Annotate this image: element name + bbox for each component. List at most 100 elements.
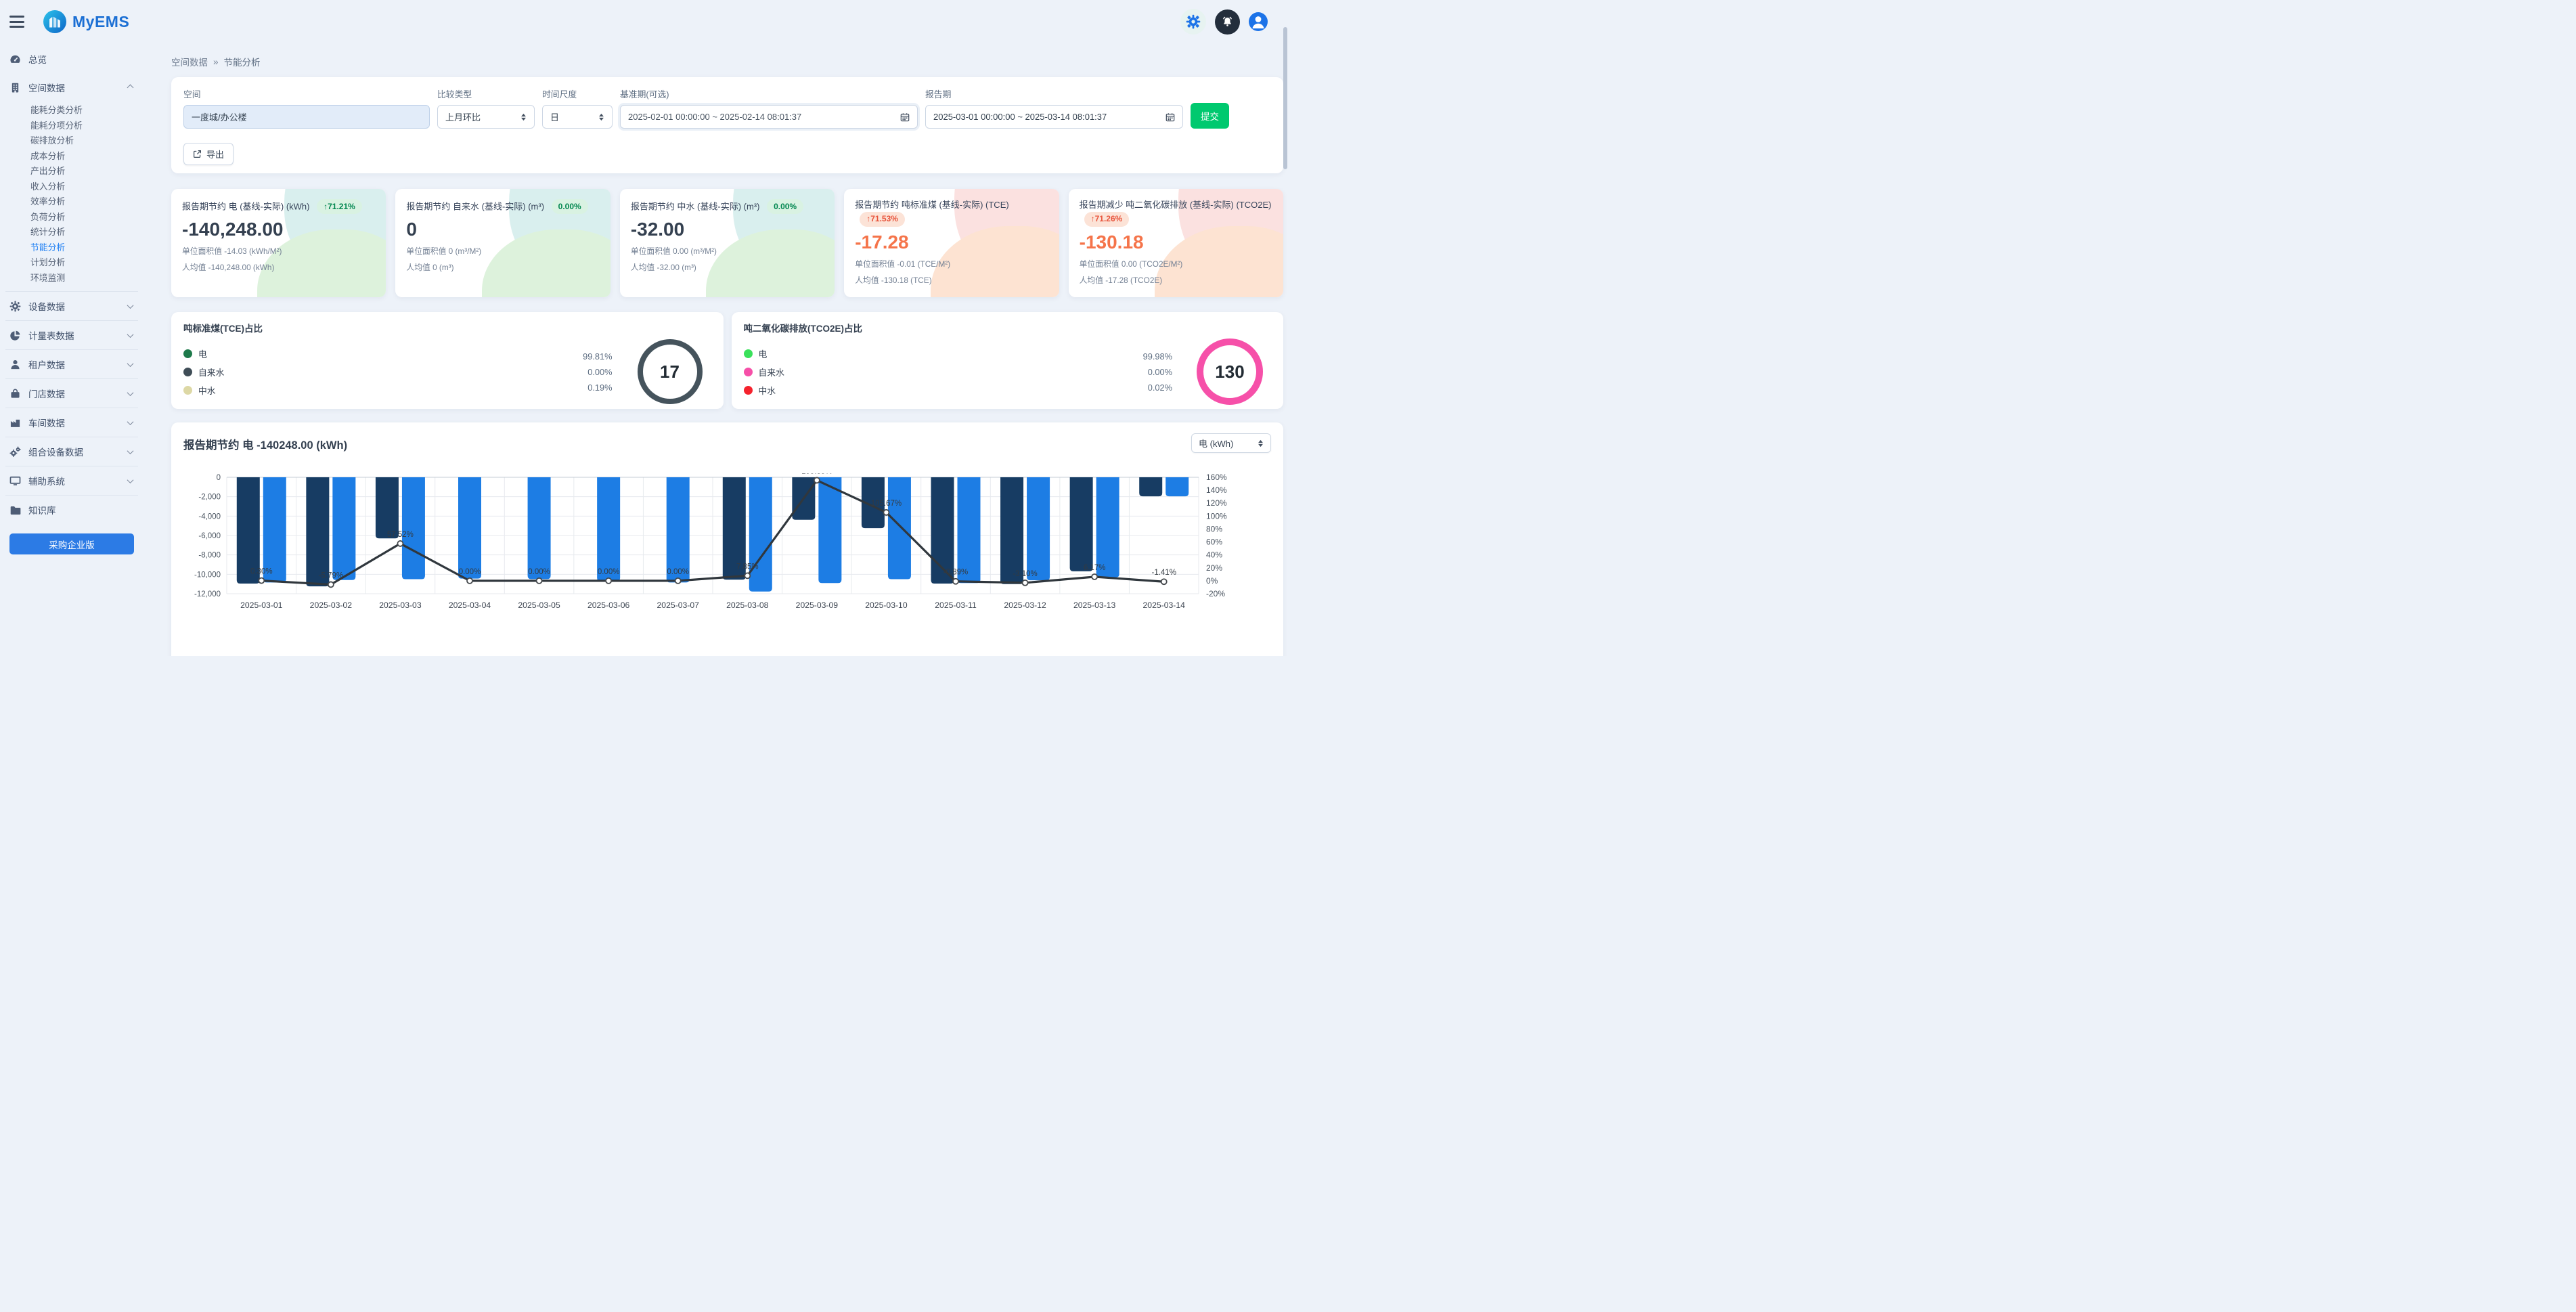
sidebar-item-label: 计量表数据 [28,328,74,342]
base-period-input[interactable]: 2025-02-01 00:00:00 ~ 2025-02-14 08:01:3… [620,105,918,129]
stat-badge: 0.00% [767,199,803,214]
svg-text:-12,000: -12,000 [194,590,221,598]
stat-card: 报告期节约 电 (基线-实际) (kWh) ↑71.21% -140,248.0… [171,189,386,297]
sidebar-item-label: 辅助系统 [28,474,65,487]
stat-value: -17.28 [855,232,1048,253]
report-period-input[interactable]: 2025-03-01 00:00:00 ~ 2025-03-14 08:01:3… [925,105,1183,129]
sidebar-subitem[interactable]: 成本分析 [0,149,143,165]
legend-item[interactable]: 电 [183,347,224,360]
svg-text:2025-03-10: 2025-03-10 [865,600,908,610]
external-link-icon [193,150,202,158]
notifications-bell-icon[interactable] [1215,9,1240,35]
stat-card-title: 报告期节约 中水 (基线-实际) (m³) 0.00% [631,199,824,214]
topbar: MyEMS [0,0,1288,43]
factory-icon [9,417,21,429]
myems-logo-icon [43,10,66,33]
stat-subline: 人均值 0 (m³) [406,261,599,273]
legend-item[interactable]: 中水 [744,384,784,397]
sidebar-subitem[interactable]: 产出分析 [0,164,143,179]
gear-icon [9,301,21,312]
sidebar-item-label: 门店数据 [28,387,65,400]
stat-value: -140,248.00 [182,219,375,240]
sidebar-item-0[interactable]: 总览 [0,45,143,73]
user-avatar[interactable] [1249,12,1268,31]
sidebar-subitem[interactable]: 计划分析 [0,255,143,271]
stat-subline: 人均值 -17.28 (TCO2E) [1080,274,1272,286]
svg-text:-20%: -20% [1206,589,1225,598]
donut-card: 吨标准煤(TCE)占比 电 自来水 中水 [171,312,724,409]
submit-button[interactable]: 提交 [1191,103,1229,129]
sidebar-item-label: 设备数据 [28,299,65,313]
legend-item[interactable]: 自来水 [744,366,784,378]
svg-text:2025-03-01: 2025-03-01 [240,600,283,610]
sidebar-item-4[interactable]: 租户数据 [0,350,143,378]
period-type-select[interactable]: 日 [542,105,613,129]
sidebar-item-6[interactable]: 车间数据 [0,408,143,437]
stat-subline: 单位面积值 0.00 (m³/M²) [631,245,824,257]
sidebar-item-5[interactable]: 门店数据 [0,379,143,408]
svg-text:0.00%: 0.00% [598,568,620,576]
period-type-label: 时间尺度 [542,87,613,100]
legend-item[interactable]: 电 [744,347,784,360]
svg-text:-5.79%: -5.79% [319,571,343,580]
stat-badge: 0.00% [552,199,588,214]
sidebar-subitem[interactable]: 统计分析 [0,225,143,240]
sidebar-item-1[interactable]: 空间数据 [0,73,143,102]
scrollbar-thumb[interactable] [1283,27,1287,169]
sidebar-subitem[interactable]: 碳排放分析 [0,133,143,149]
sidebar-subitem[interactable]: 收入分析 [0,179,143,195]
sidebar-subitem[interactable]: 环境监测 [0,271,143,286]
space-label: 空间 [183,87,430,100]
donut-legend: 电 自来水 中水 [183,347,224,397]
svg-text:160%: 160% [1206,473,1227,482]
svg-text:-3.10%: -3.10% [1013,570,1037,578]
legend-percent: 99.98% [1143,351,1172,362]
export-button[interactable]: 导出 [183,143,234,165]
space-input[interactable]: 一度城/办公楼 [183,105,430,129]
sidebar-subitem[interactable]: 能耗分项分析 [0,118,143,134]
pie-icon [9,330,21,341]
svg-text:0: 0 [217,474,221,482]
sidebar-item-7[interactable]: 组合设备数据 [0,437,143,466]
legend-label: 自来水 [759,366,784,378]
stat-card: 报告期减少 吨二氧化碳排放 (基线-实际) (TCO2E) ↑71.26% -1… [1069,189,1283,297]
energy-type-select[interactable]: 电 (kWh) [1191,433,1271,453]
legend-percent: 0.00% [583,367,612,377]
sidebar-subitem[interactable]: 负荷分析 [0,210,143,225]
stat-cards-row: 报告期节约 电 (基线-实际) (kWh) ↑71.21% -140,248.0… [171,189,1283,297]
legend-item[interactable]: 中水 [183,384,224,397]
hamburger-menu-icon[interactable] [8,15,26,28]
breadcrumb: 空间数据 » 节能分析 [171,55,1283,68]
stat-card: 报告期节约 吨标准煤 (基线-实际) (TCE) ↑71.53% -17.28 … [844,189,1059,297]
sidebar-item-2[interactable]: 设备数据 [0,292,143,320]
comparison-type-select[interactable]: 上月环比 [437,105,535,129]
legend-dot-icon [744,368,753,376]
stat-subline: 单位面积值 0 (m³/M²) [406,245,599,257]
sidebar-item-8[interactable]: 辅助系统 [0,466,143,495]
brand-logo[interactable]: MyEMS [43,10,129,33]
select-arrows-icon [520,113,527,121]
donut-card: 吨二氧化碳排放(TCO2E)占比 电 自来水 [732,312,1284,409]
svg-text:40%: 40% [1206,550,1222,560]
sidebar-subitem[interactable]: 能耗分类分析 [0,103,143,118]
comparison-type-label: 比较类型 [437,87,535,100]
sidebar-item-9[interactable]: 知识库 [0,496,143,524]
sidebar-subitem[interactable]: 节能分析 [0,240,143,256]
gauge-icon [9,53,21,65]
settings-gear-icon[interactable] [1180,9,1206,35]
legend-item[interactable]: 自来水 [183,366,224,378]
filter-panel: 空间 一度城/办公楼 比较类型 上月环比 时间尺度 [171,77,1283,173]
svg-text:-4,000: -4,000 [198,512,221,521]
breadcrumb-parent[interactable]: 空间数据 [171,55,208,68]
svg-text:-10,000: -10,000 [194,571,221,579]
stat-badge: ↑71.21% [317,199,362,214]
folder-icon [9,504,21,516]
sidebar-subitem[interactable]: 效率分析 [0,194,143,210]
chevron-down-icon [127,447,134,454]
svg-text:2025-03-08: 2025-03-08 [726,600,769,610]
select-arrows-icon [598,113,604,121]
sidebar-item-3[interactable]: 计量表数据 [0,321,143,349]
buy-enterprise-button[interactable]: 采购企业版 [9,533,134,554]
svg-text:155.35%: 155.35% [801,473,832,475]
calendar-icon [900,112,910,122]
